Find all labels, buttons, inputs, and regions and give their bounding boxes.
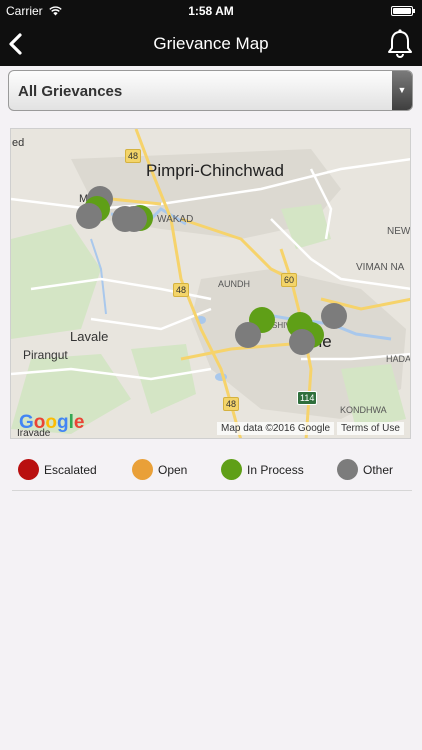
dropdown-arrow-icon: ▼ [392, 71, 412, 110]
legend-dot-open [132, 459, 153, 480]
navigation-bar: Grievance Map [0, 22, 422, 66]
road-shield-48-north: 48 [125, 149, 142, 163]
google-logo: Google [19, 412, 85, 433]
legend-dot-escalated [18, 459, 39, 480]
map-label-kondhwa: KONDHWA [340, 405, 387, 415]
map-label-pirangut: Pirangut [23, 348, 68, 362]
legend-label-other: Other [363, 463, 394, 477]
legend-dot-other [337, 459, 358, 480]
map-legend: Escalated Open In Process Other [0, 456, 422, 482]
map-label-new: NEW [387, 226, 411, 237]
status-bar: Carrier 1:58 AM [0, 0, 422, 22]
road-shield-114: 114 [297, 391, 318, 405]
legend-dot-in-process [221, 459, 242, 480]
map-terms-link[interactable]: Terms of Use [337, 422, 404, 435]
map-label-pimpri: Pimpri-Chinchwad [146, 161, 284, 180]
map-marker-other[interactable] [112, 206, 138, 232]
legend-label-open: Open [158, 463, 188, 477]
map-marker-other[interactable] [76, 203, 102, 229]
map-label-viman: VIMAN NA [356, 262, 405, 273]
grievance-filter-dropdown[interactable]: All Grievances ▼ [8, 70, 413, 111]
map-marker-other[interactable] [235, 322, 261, 348]
legend-label-escalated: Escalated [44, 463, 97, 477]
road-shield-60: 60 [281, 273, 298, 287]
map-marker-other[interactable] [289, 329, 315, 355]
status-time: 1:58 AM [188, 4, 234, 18]
map-attribution: Map data ©2016 Google [217, 422, 335, 435]
road-shield-48-south: 48 [223, 397, 240, 411]
dropdown-selected-value: All Grievances [18, 83, 123, 100]
map-label-aundh: AUNDH [218, 279, 251, 289]
bell-icon [388, 29, 412, 58]
page-title: Grievance Map [153, 34, 269, 53]
map-marker-other[interactable] [321, 303, 347, 329]
notifications-button[interactable] [386, 28, 414, 60]
map-label-wakad: WAKAD [157, 214, 194, 225]
grievance-map[interactable]: Pimpri-Chinchwad Lavale Pirangut Pune ed… [10, 128, 411, 439]
road-shield-48-mid: 48 [173, 283, 190, 297]
battery-icon [391, 6, 415, 16]
map-label-lavale: Lavale [70, 329, 109, 344]
map-label-hada: HADA [386, 354, 411, 364]
map-label-ed: ed [12, 137, 25, 149]
legend-divider [12, 490, 412, 491]
legend-label-in-process: In Process [247, 463, 304, 477]
